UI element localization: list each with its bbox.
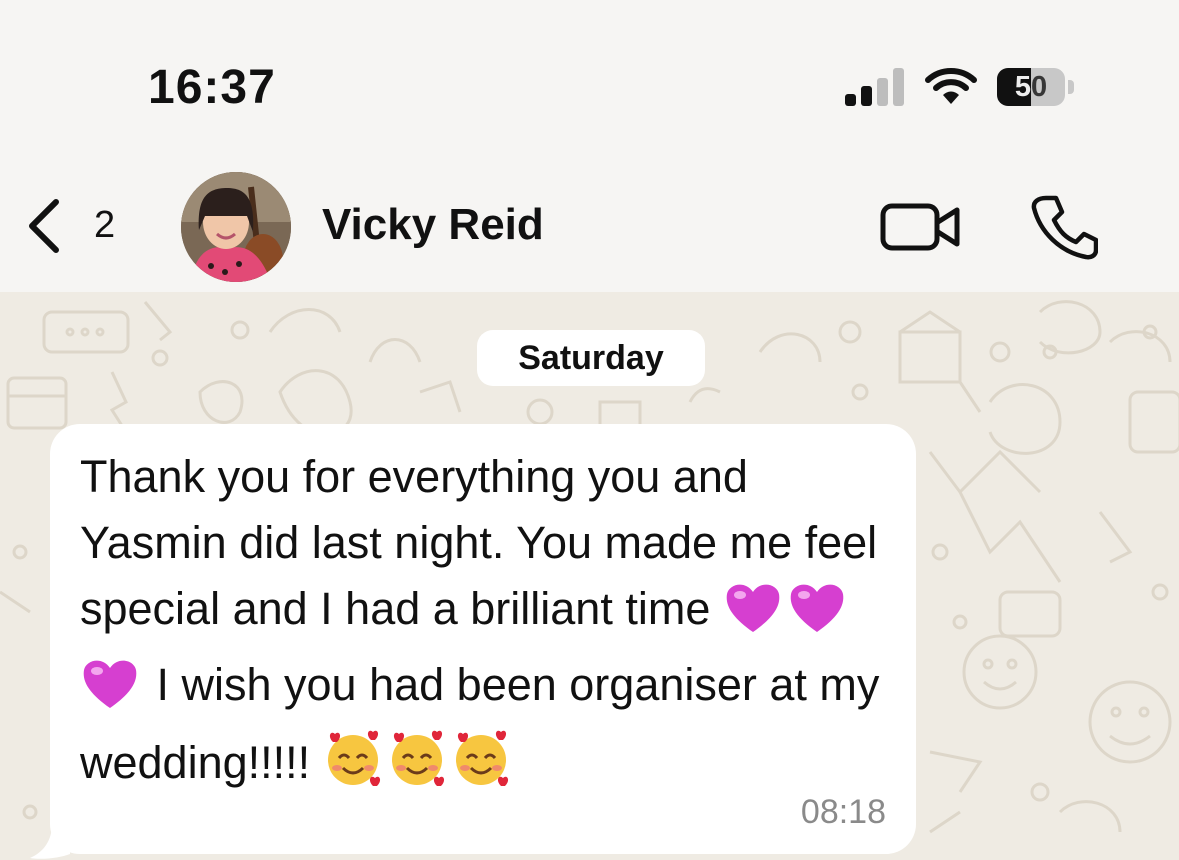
back-button[interactable]: 2 xyxy=(22,194,132,254)
phone-icon xyxy=(1031,195,1099,260)
smiling-face-with-hearts-emoji xyxy=(451,728,511,806)
wifi-icon xyxy=(925,66,977,106)
status-time: 16:37 xyxy=(148,61,276,114)
video-call-button[interactable] xyxy=(880,202,962,252)
chevron-left-icon xyxy=(29,199,59,253)
purple-heart-emoji xyxy=(723,580,783,652)
battery-percent: 50 xyxy=(1014,71,1048,103)
status-bar: 16:37 50 xyxy=(0,0,1179,150)
avatar[interactable] xyxy=(181,172,291,282)
smiling-face-with-hearts-emoji xyxy=(387,728,447,806)
date-separator: Saturday xyxy=(477,330,705,386)
purple-heart-emoji xyxy=(787,580,847,652)
message-text: Thank you for everything you and Yasmin … xyxy=(80,444,902,806)
contact-name[interactable]: Vicky Reid xyxy=(322,200,544,250)
chat-header: 2 Vicky Reid xyxy=(0,150,1179,292)
smiling-face-with-hearts-emoji xyxy=(323,728,383,806)
message-timestamp: 08:18 xyxy=(800,793,886,831)
cellular-signal-icon xyxy=(845,68,907,106)
purple-heart-emoji xyxy=(80,656,140,728)
voice-call-button[interactable] xyxy=(1030,194,1099,260)
chat-area[interactable]: Saturday Thank you for everything you an… xyxy=(0,292,1179,860)
video-camera-icon xyxy=(880,203,960,251)
message-bubble[interactable]: Thank you for everything you and Yasmin … xyxy=(50,424,916,854)
battery-tip xyxy=(1068,80,1074,94)
unread-count: 2 xyxy=(94,204,116,246)
battery-indicator: 50 xyxy=(997,68,1065,106)
